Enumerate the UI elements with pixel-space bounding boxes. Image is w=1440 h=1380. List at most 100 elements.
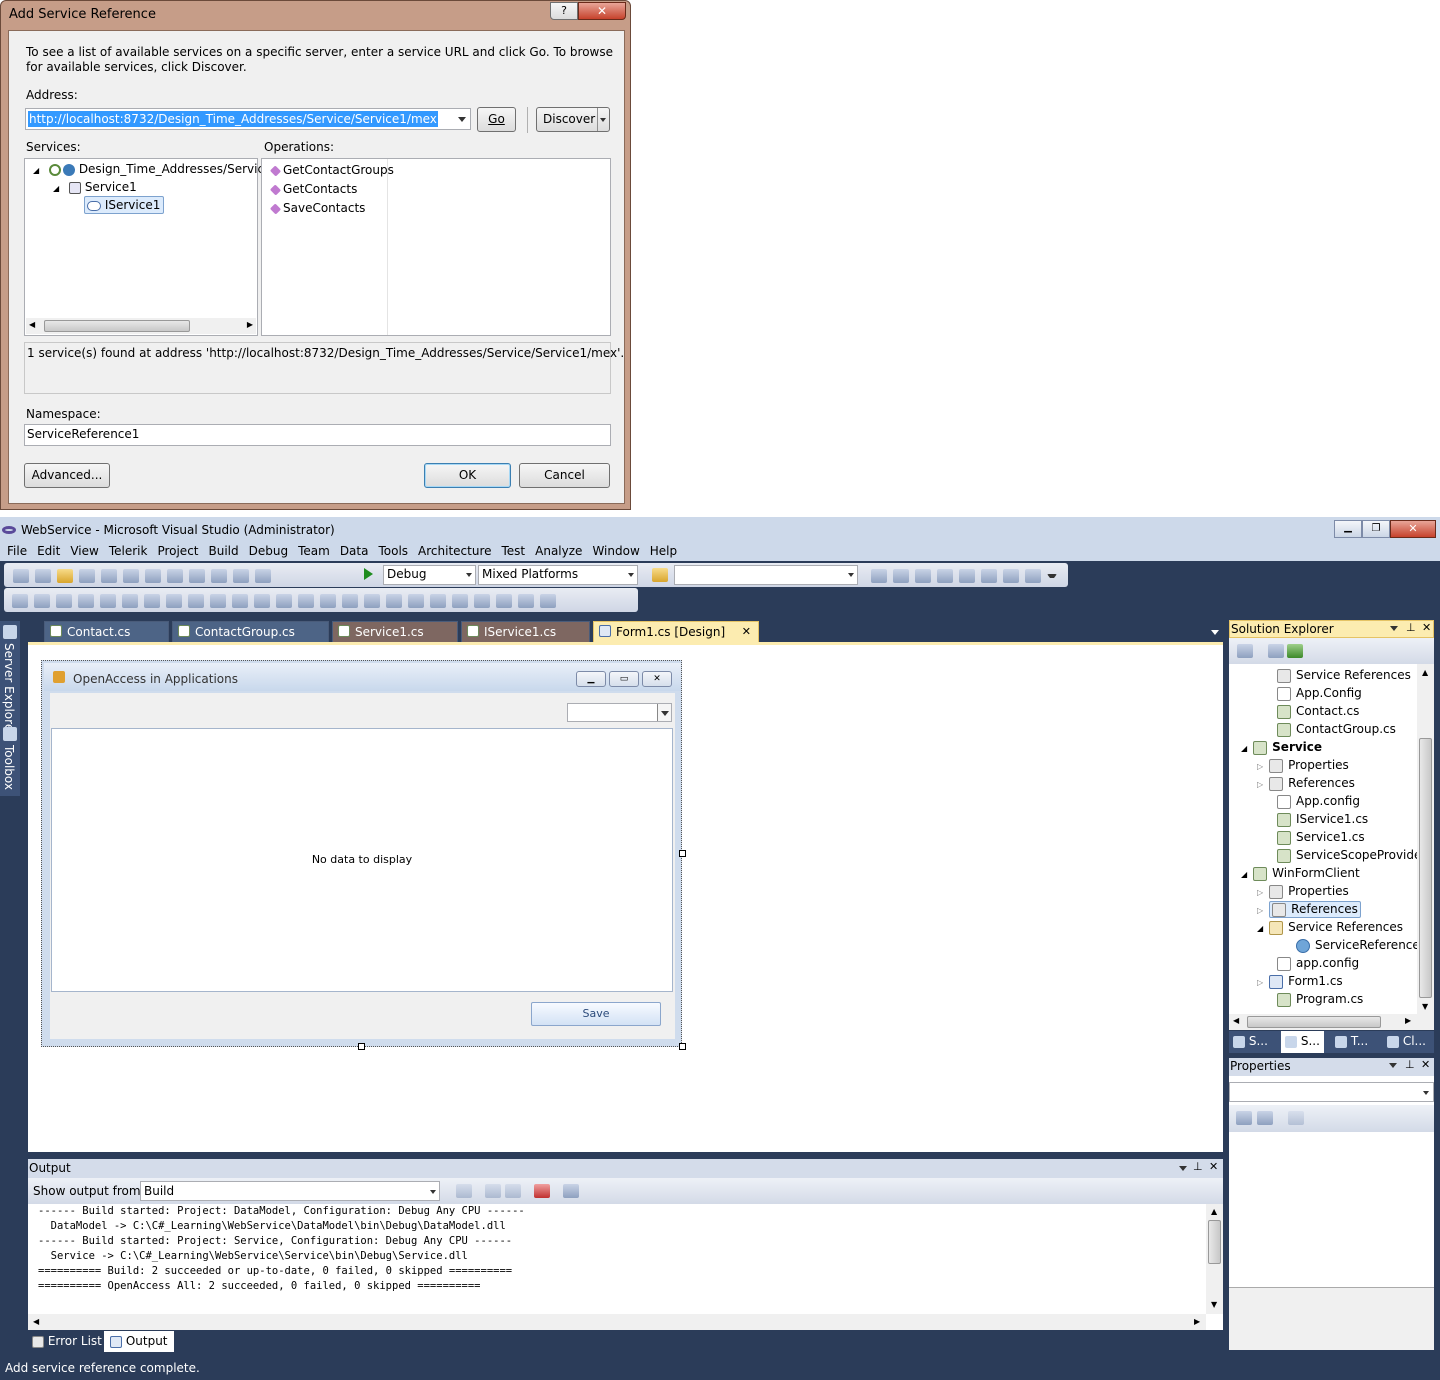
se-item[interactable]: ▷ Properties	[1257, 882, 1349, 900]
menu-help[interactable]: Help	[650, 544, 677, 558]
tree-node-design-time[interactable]: ◢ Design_Time_Addresses/Service/	[33, 160, 275, 178]
se-item[interactable]: ▷ References	[1257, 774, 1355, 792]
menu-analyze[interactable]: Analyze	[535, 544, 582, 558]
menu-architecture[interactable]: Architecture	[418, 544, 491, 558]
arrow-right-icon[interactable]: ▶	[247, 320, 253, 329]
ok-button[interactable]: OK	[424, 463, 511, 488]
se-item[interactable]: ServiceReference1	[1296, 936, 1427, 954]
clear-all-icon[interactable]	[534, 1184, 550, 1198]
tab-form1-design[interactable]: Form1.cs [Design] ✕	[593, 621, 759, 642]
tab-list-dropdown-icon[interactable]	[1211, 630, 1219, 635]
side-tab-server-explorer[interactable]: Server Explorer	[2, 643, 16, 736]
tab-contactgroup[interactable]: ContactGroup.cs	[172, 621, 329, 642]
chevron-down-icon[interactable]	[1390, 626, 1398, 631]
object-browser-icon[interactable]	[915, 568, 931, 583]
arrow-left-icon[interactable]: ◀	[33, 1317, 39, 1326]
extension-manager-icon[interactable]	[981, 568, 997, 583]
operation-item[interactable]: SaveContacts	[269, 199, 365, 217]
close-icon[interactable]: ✕	[1422, 621, 1431, 634]
size-to-grid-icon[interactable]	[232, 593, 248, 608]
alphabetical-icon[interactable]	[1257, 1111, 1273, 1125]
save-all-icon[interactable]	[101, 568, 117, 583]
align-bottom-icon[interactable]	[144, 593, 160, 608]
tab-output[interactable]: Output	[104, 1331, 174, 1352]
resize-handle-right[interactable]	[679, 850, 686, 857]
horizontal-scrollbar[interactable]: ◀ ▶	[1229, 1014, 1434, 1030]
se-item[interactable]: ◢ Service References	[1257, 918, 1403, 936]
advanced-button[interactable]: Advanced...	[24, 463, 110, 488]
se-item[interactable]: Service References	[1277, 666, 1411, 684]
vertical-scrollbar[interactable]: ▲ ▼	[1206, 1204, 1223, 1314]
center-horizontally-icon[interactable]	[430, 593, 446, 608]
se-item[interactable]: App.Config	[1277, 684, 1362, 702]
arrow-right-icon[interactable]: ▶	[1194, 1317, 1200, 1326]
hspacing-increase-icon[interactable]	[276, 593, 292, 608]
bring-to-front-icon[interactable]	[474, 593, 490, 608]
se-project-service[interactable]: ◢ Service	[1241, 738, 1322, 756]
same-height-icon[interactable]	[188, 593, 204, 608]
form-minimize-button[interactable]: ▁	[576, 671, 606, 687]
new-project-icon[interactable]	[13, 568, 29, 583]
tab-error-list[interactable]: Error List	[32, 1333, 102, 1352]
align-middle-icon[interactable]	[122, 593, 138, 608]
cut-icon[interactable]	[123, 568, 139, 583]
save-icon[interactable]	[79, 568, 95, 583]
se-project-winformclient[interactable]: ◢ WinFormClient	[1241, 864, 1360, 882]
same-width-icon[interactable]	[166, 593, 182, 608]
pin-icon[interactable]: ⊥	[1406, 621, 1416, 634]
platform-dropdown[interactable]: Mixed Platforms	[478, 565, 638, 585]
command-window-icon[interactable]	[1025, 568, 1041, 583]
menu-test[interactable]: Test	[502, 544, 526, 558]
resize-handle-bottom[interactable]	[358, 1043, 365, 1050]
namespace-input[interactable]: ServiceReference1	[24, 424, 611, 446]
menu-project[interactable]: Project	[157, 544, 198, 558]
se-item[interactable]: Service1.cs	[1277, 828, 1365, 846]
cancel-button[interactable]: Cancel	[519, 463, 610, 488]
discover-button[interactable]: Discover	[536, 107, 610, 132]
scroll-thumb[interactable]	[1419, 738, 1432, 998]
next-message-icon[interactable]	[505, 1184, 521, 1198]
start-debugging-icon[interactable]	[364, 568, 373, 580]
se-item[interactable]: ▷ Form1.cs	[1257, 972, 1343, 990]
chevron-down-icon[interactable]	[458, 117, 466, 122]
tab-solution-explorer[interactable]: S...	[1281, 1031, 1324, 1053]
arrow-up-icon[interactable]: ▲	[1422, 668, 1428, 677]
se-item[interactable]: App.config	[1277, 792, 1360, 810]
output-text-area[interactable]: ------ Build started: Project: DataModel…	[28, 1204, 1223, 1330]
arrow-up-icon[interactable]: ▲	[1211, 1207, 1217, 1216]
se-item-selected[interactable]: ▷ References	[1257, 900, 1361, 918]
vspacing-equal-icon[interactable]	[342, 593, 358, 608]
navigate-forward-icon[interactable]	[255, 568, 271, 583]
form-close-button[interactable]: ✕	[642, 671, 672, 687]
close-icon[interactable]: ✕	[1209, 1160, 1218, 1173]
property-pages-icon[interactable]	[1288, 1111, 1304, 1125]
menu-file[interactable]: File	[7, 544, 27, 558]
menu-data[interactable]: Data	[340, 544, 369, 558]
close-button[interactable]: ✕	[578, 2, 626, 20]
pin-icon[interactable]: ⊥	[1193, 1160, 1203, 1173]
tab-server-explorer[interactable]: S...	[1233, 1034, 1268, 1048]
services-tree[interactable]: ◢ Design_Time_Addresses/Service/ ◢ Servi…	[24, 158, 275, 336]
show-all-files-icon[interactable]	[1268, 644, 1284, 658]
pin-icon[interactable]: ⊥	[1405, 1058, 1415, 1071]
redo-icon[interactable]	[211, 568, 227, 583]
align-left-icon[interactable]	[34, 593, 50, 608]
open-folder-icon[interactable]	[57, 568, 73, 583]
categorized-icon[interactable]	[1236, 1111, 1252, 1125]
menu-edit[interactable]: Edit	[37, 544, 60, 558]
find-combobox[interactable]	[674, 565, 858, 585]
vspacing-remove-icon[interactable]	[408, 593, 424, 608]
tools-icon[interactable]	[959, 568, 975, 583]
close-button[interactable]: ✕	[1390, 520, 1436, 538]
align-to-grid-icon[interactable]	[12, 593, 28, 608]
address-combobox[interactable]: http://localhost:8732/Design_Time_Addres…	[25, 108, 471, 130]
tab-service1[interactable]: Service1.cs	[332, 621, 458, 642]
chevron-down-icon[interactable]	[1047, 573, 1057, 578]
scroll-thumb[interactable]	[44, 320, 190, 332]
arrow-right-icon[interactable]: ▶	[1405, 1016, 1411, 1025]
refresh-icon[interactable]	[1287, 644, 1303, 658]
se-item[interactable]: app.config	[1277, 954, 1359, 972]
align-center-icon[interactable]	[56, 593, 72, 608]
go-button[interactable]: Go	[477, 107, 516, 132]
same-size-icon[interactable]	[210, 593, 226, 608]
